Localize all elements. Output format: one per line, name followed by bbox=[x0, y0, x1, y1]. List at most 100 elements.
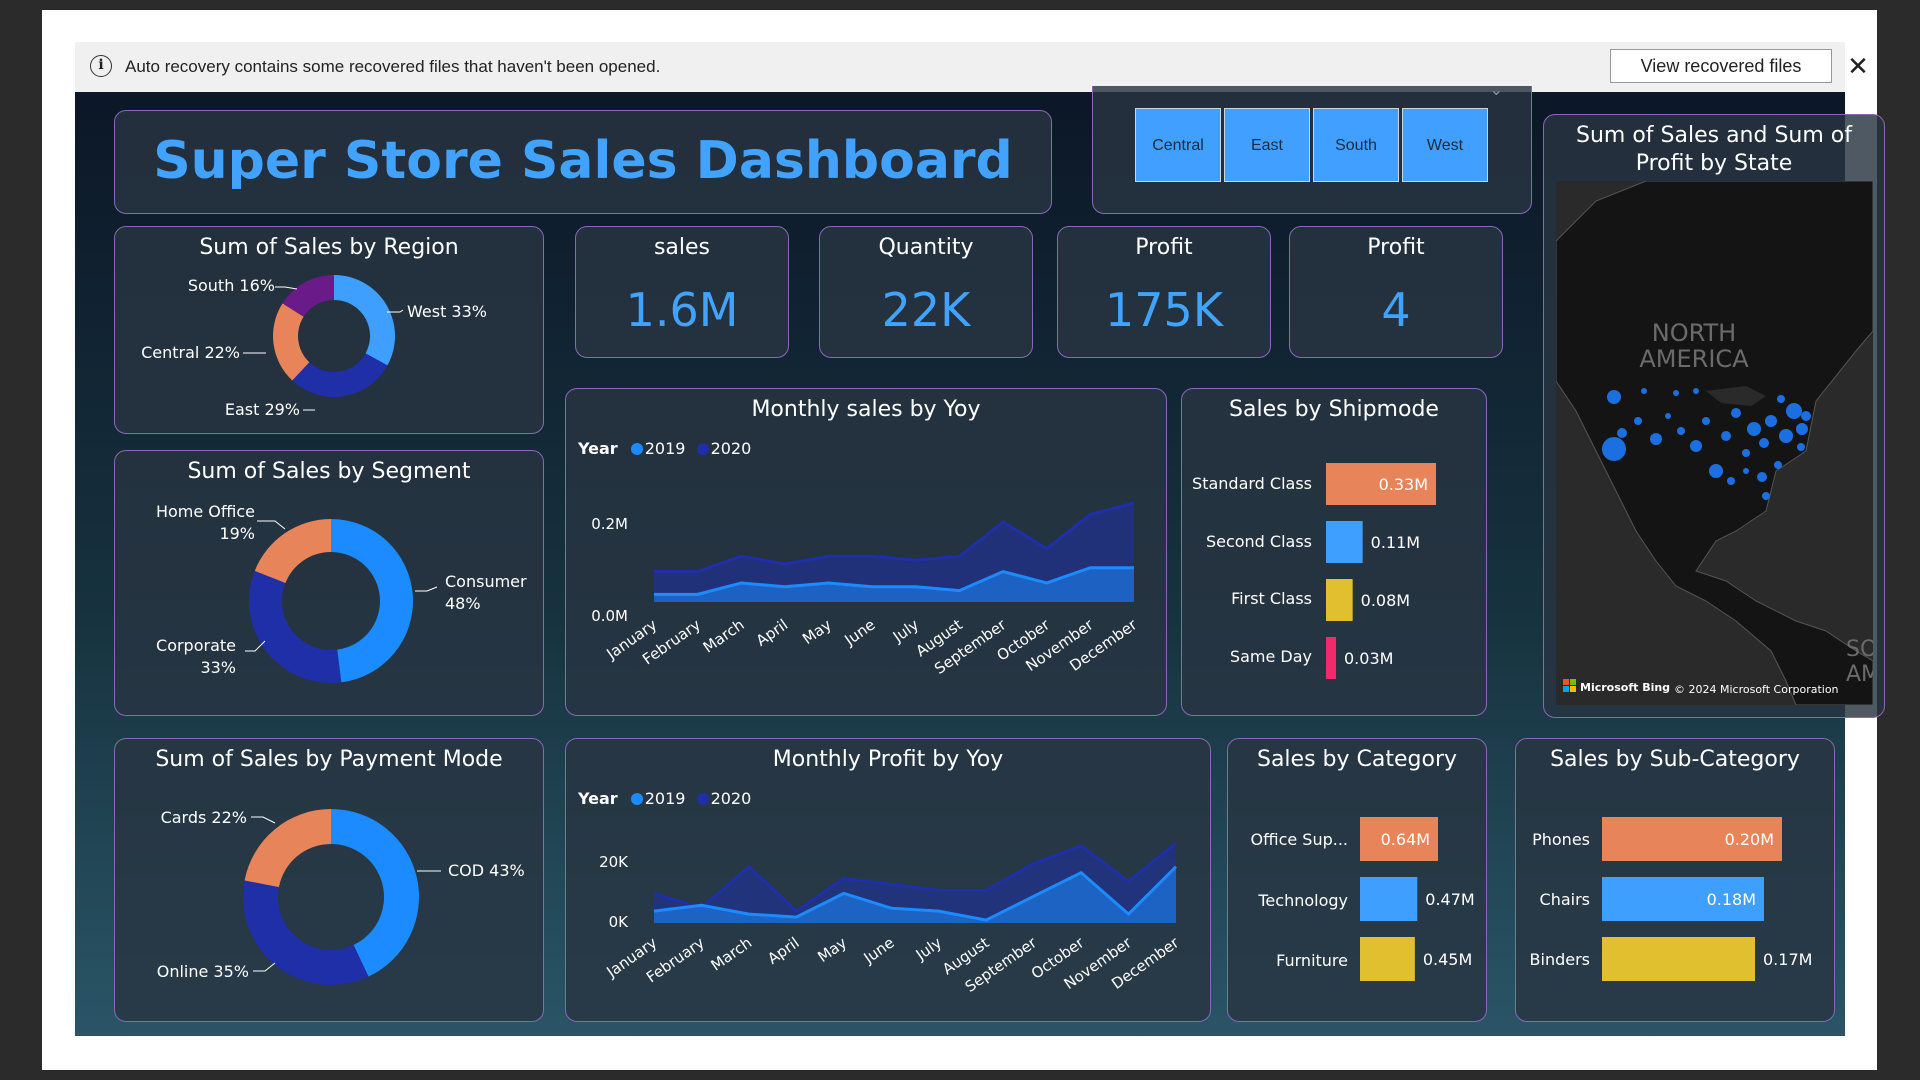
kpi-card-sales: sales 1.6M bbox=[575, 226, 789, 358]
bar-value-label: 0.17M bbox=[1763, 950, 1812, 969]
segment-donut-chart[interactable]: Consumer 48% Corporate 33% Home Office 1… bbox=[115, 451, 545, 717]
bar[interactable] bbox=[1360, 937, 1415, 981]
slicer-chevron-icon[interactable]: ⌄ bbox=[1490, 80, 1503, 99]
bar-label-first-class: First Class bbox=[1231, 589, 1312, 608]
auto-recovery-banner: i Auto recovery contains some recovered … bbox=[75, 42, 1869, 92]
slicer-option-west[interactable]: West bbox=[1402, 108, 1488, 182]
segment-label-corporate-pct: 33% bbox=[200, 658, 236, 677]
map-label-so: SO bbox=[1846, 637, 1873, 662]
kpi-label: sales bbox=[653, 235, 711, 260]
bar-value-label: 0.33M bbox=[1379, 475, 1428, 494]
segment-label-consumer-pct: 48% bbox=[445, 594, 481, 613]
shipmode-bars: 0.33M 0.11M 0.08M 0.03M bbox=[1326, 463, 1436, 679]
sales-map[interactable]: NORTH AMERICA SO AM Microsoft Bing © 202… bbox=[1556, 181, 1873, 705]
slicer-option-south[interactable]: South bbox=[1313, 108, 1399, 182]
monthly-profit-card: Monthly Profit by Yoy Year 2019 2020 20K… bbox=[565, 738, 1211, 1022]
donut-slice-cards[interactable] bbox=[244, 809, 331, 888]
segment-label-consumer: Consumer bbox=[445, 572, 527, 591]
x-tick-label: June bbox=[860, 934, 898, 968]
kpi-value: 1.6M bbox=[625, 283, 739, 337]
bar[interactable] bbox=[1360, 877, 1418, 921]
bar-value-label: 0.64M bbox=[1381, 830, 1430, 849]
y-tick-label: 0.2M bbox=[591, 515, 628, 533]
map-card[interactable]: Sum of Sales and Sum of Profit by State bbox=[1543, 114, 1885, 718]
region-slices bbox=[273, 275, 395, 397]
info-icon: i bbox=[90, 55, 112, 77]
bar-label-standard-class: Standard Class bbox=[1192, 474, 1312, 493]
bar-label-same-day: Same Day bbox=[1230, 647, 1312, 666]
y-tick-label: 0.0M bbox=[591, 607, 628, 625]
x-axis-month-labels: JanuaryFebruaryMarchAprilMayJuneJulyAugu… bbox=[603, 615, 1141, 678]
region-slicer: ⌄ Central East South West bbox=[1092, 80, 1532, 214]
map-title-line2: Profit by State bbox=[1635, 151, 1793, 176]
bar-value-label: 0.20M bbox=[1725, 830, 1774, 849]
view-recovered-files-button[interactable]: View recovered files bbox=[1610, 49, 1832, 83]
donut-slice-consumer[interactable] bbox=[331, 519, 414, 683]
title-card: Super Store Sales Dashboard bbox=[114, 110, 1052, 214]
bing-attribution: Microsoft Bing bbox=[1580, 681, 1670, 694]
x-tick-label: March bbox=[707, 934, 755, 975]
donut-slice-online[interactable] bbox=[242, 880, 369, 985]
bar[interactable] bbox=[1326, 521, 1363, 563]
bar-label-furniture: Furniture bbox=[1276, 951, 1348, 970]
payment-label-cod: COD 43% bbox=[448, 861, 525, 880]
map-label-am: AM bbox=[1846, 662, 1873, 687]
bar-label-chairs: Chairs bbox=[1540, 890, 1590, 909]
banner-message: Auto recovery contains some recovered fi… bbox=[125, 57, 661, 76]
bar[interactable] bbox=[1326, 579, 1353, 621]
report-canvas: Super Store Sales Dashboard ⌄ Central Ea… bbox=[75, 80, 1885, 1036]
category-card: Sales by Category Office Sup... Technolo… bbox=[1227, 738, 1487, 1022]
donut-slice-home-office[interactable] bbox=[254, 519, 331, 583]
map-title-line1: Sum of Sales and Sum of bbox=[1576, 123, 1852, 148]
region-label-west: West 33% bbox=[407, 302, 487, 321]
bar-value-label: 0.18M bbox=[1707, 890, 1756, 909]
x-axis-month-labels: JanuaryFebruaryMarchAprilMayJuneJulyAugu… bbox=[603, 933, 1183, 996]
kpi-value: 4 bbox=[1381, 283, 1411, 337]
donut-slice-corporate[interactable] bbox=[248, 570, 342, 683]
x-tick-label: March bbox=[700, 616, 748, 657]
kpi-label: Profit bbox=[1135, 235, 1193, 260]
bar-label-technology: Technology bbox=[1257, 891, 1348, 910]
payment-donut-chart[interactable]: COD 43% Online 35% Cards 22% bbox=[115, 739, 545, 1023]
kpi-label: Profit bbox=[1367, 235, 1425, 260]
slicer-option-east[interactable]: East bbox=[1224, 108, 1310, 182]
monthly-sales-area-chart[interactable]: 0.2M 0.0M JanuaryFebruaryMarch April May Ju… bbox=[566, 389, 1168, 717]
donut-slice-west[interactable] bbox=[334, 275, 395, 366]
close-icon[interactable]: ✕ bbox=[1844, 51, 1872, 81]
subcategory-bar-chart[interactable]: Phones Chairs Binders 0.20M 0.18M 0.17M bbox=[1516, 739, 1836, 1023]
monthly-sales-card: Monthly sales by Yoy Year 2019 2020 0.2M… bbox=[565, 388, 1167, 716]
kpi-label: Quantity bbox=[878, 235, 974, 260]
payment-label-online: Online 35% bbox=[157, 962, 249, 981]
x-tick-label: May bbox=[814, 933, 850, 966]
dashboard-title: Super Store Sales Dashboard bbox=[153, 131, 1013, 191]
category-bar-chart[interactable]: Office Sup... Technology Furniture 0.64M… bbox=[1228, 739, 1488, 1023]
bar[interactable] bbox=[1326, 637, 1336, 679]
subcategory-card: Sales by Sub-Category Phones Chairs Bind… bbox=[1515, 738, 1835, 1022]
kpi-card-profit: Profit 175K bbox=[1057, 226, 1271, 358]
bar-value-label: 0.47M bbox=[1425, 890, 1474, 909]
slicer-option-central[interactable]: Central bbox=[1135, 108, 1221, 182]
region-chart-card: Sum of Sales by Region West 33% East 29%… bbox=[114, 226, 544, 434]
shipmode-card: Sales by Shipmode Standard Class Second … bbox=[1181, 388, 1487, 716]
region-donut-chart[interactable]: West 33% East 29% Central 22% South 16% bbox=[115, 227, 545, 435]
segment-label-home-office: Home Office bbox=[156, 502, 255, 521]
map-copyright: © 2024 Microsoft Corporation bbox=[1674, 683, 1839, 696]
kpi-card-quantity: Quantity 22K bbox=[819, 226, 1033, 358]
category-bars: 0.64M 0.47M 0.45M bbox=[1360, 817, 1475, 981]
monthly-profit-area-chart[interactable]: 20K 0K JanuaryFebruary March April May June J… bbox=[566, 739, 1212, 1023]
shipmode-bar-chart[interactable]: Standard Class Second Class First Class … bbox=[1182, 389, 1488, 717]
bar-value-label: 0.11M bbox=[1371, 533, 1420, 552]
x-tick-label: April bbox=[753, 616, 791, 650]
segment-label-home-office-pct: 19% bbox=[219, 524, 255, 543]
region-label-south: South 16% bbox=[188, 276, 275, 295]
y-tick-label: 20K bbox=[599, 853, 629, 871]
segment-label-corporate: Corporate bbox=[156, 636, 236, 655]
bar[interactable] bbox=[1602, 937, 1755, 981]
kpi-value: 175K bbox=[1105, 283, 1223, 337]
payment-chart-card: Sum of Sales by Payment Mode COD 43% Onl… bbox=[114, 738, 544, 1022]
bar-value-label: 0.45M bbox=[1423, 950, 1472, 969]
map-label-america: AMERICA bbox=[1639, 345, 1749, 373]
bar-label-phones: Phones bbox=[1532, 830, 1590, 849]
segment-slices bbox=[248, 519, 414, 683]
bar-label-office-supplies: Office Sup... bbox=[1251, 830, 1349, 849]
